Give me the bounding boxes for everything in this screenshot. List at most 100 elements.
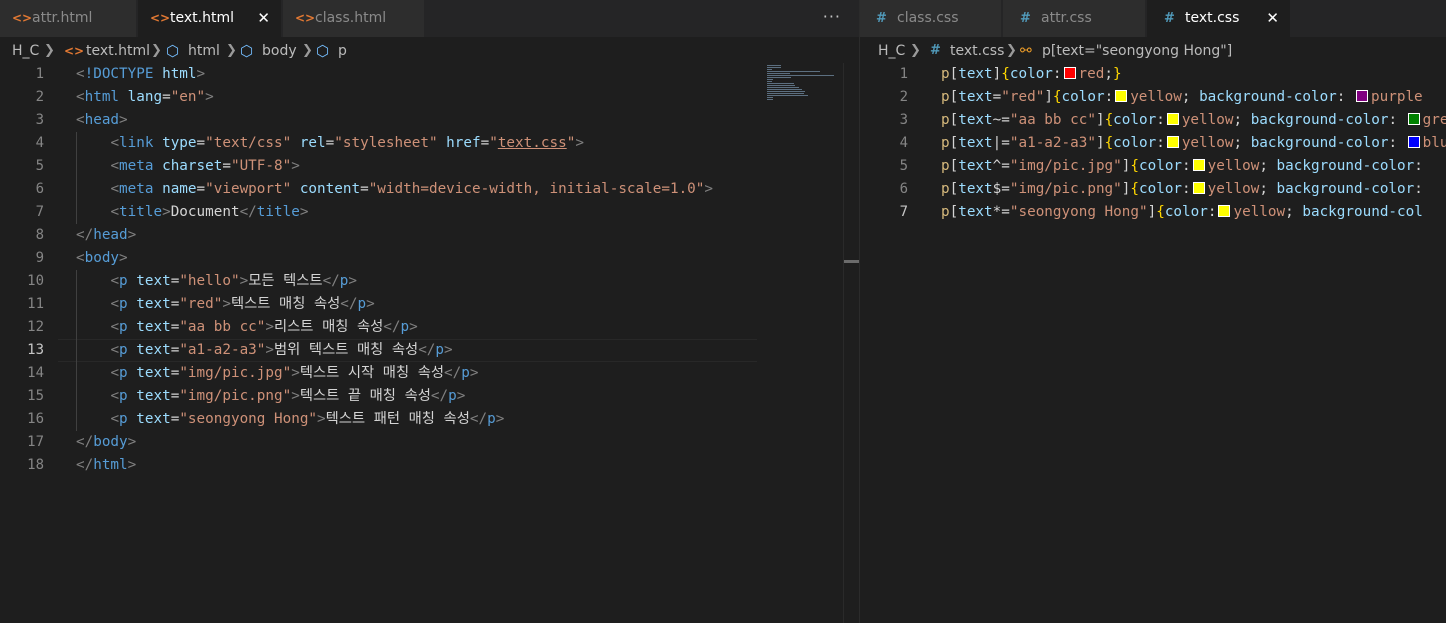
editor-pane-right[interactable]: # class.css # attr.css # text.css ✕ H_C … bbox=[860, 0, 1446, 623]
code-editor-html[interactable]: 1 2 3 4 5 6 7 8 9 10 11 12 13 14 15 16 17 18 <!DOCTYPE ht… bbox=[0, 63, 859, 623]
code-token: yellow bbox=[1233, 204, 1286, 220]
color-swatch[interactable] bbox=[1166, 113, 1179, 125]
tab-text-html[interactable]: <> text.html ✕ bbox=[138, 0, 282, 37]
code-token: text bbox=[136, 388, 171, 404]
color-swatch[interactable] bbox=[1192, 159, 1205, 171]
code-token: > bbox=[444, 342, 453, 358]
color-swatch[interactable] bbox=[1063, 67, 1076, 79]
code-token: content bbox=[299, 181, 361, 197]
code-token: </ bbox=[444, 365, 462, 381]
code-token: ] bbox=[1147, 204, 1157, 220]
code-editor-css[interactable]: 1234567 p[text]{color: red;} p[text="red"]… bbox=[860, 63, 1446, 623]
code-token: text bbox=[958, 158, 993, 174]
close-icon[interactable]: ✕ bbox=[257, 0, 270, 37]
code-line[interactable]: <link type="text/css" rel="stylesheet" h… bbox=[76, 132, 583, 155]
code-line[interactable]: p[text$="img/pic.png"]{color: yellow; bac… bbox=[941, 178, 1423, 201]
code-token: ; bbox=[1233, 135, 1251, 151]
code-line[interactable]: <p text="img/pic.png">텍스트 끝 매칭 속성</p> bbox=[76, 385, 465, 408]
more-actions-icon[interactable]: ··· bbox=[823, 0, 841, 33]
color-swatch[interactable] bbox=[1192, 182, 1205, 194]
code-line[interactable]: <p text="a1-a2-a3">범위 텍스트 매칭 속성</p> bbox=[76, 339, 453, 362]
code-token: { bbox=[1104, 112, 1114, 128]
code-token: "a1-a2-a3" bbox=[179, 342, 266, 358]
code-token: > bbox=[409, 319, 418, 335]
line-number: 9 bbox=[35, 250, 44, 266]
tab-attr-css[interactable]: # attr.css bbox=[1003, 0, 1146, 37]
code-token: |= bbox=[992, 135, 1010, 151]
code-token: = bbox=[325, 135, 335, 151]
color-swatch[interactable] bbox=[1115, 90, 1128, 102]
code-line[interactable]: p[text]{color: red;} bbox=[941, 63, 1122, 86]
tab-attr-html[interactable]: <> attr.html bbox=[0, 0, 137, 37]
color-swatch[interactable] bbox=[1407, 136, 1420, 148]
editor-pane-left[interactable]: <> attr.html <> text.html ✕ <> class.htm… bbox=[0, 0, 859, 623]
line-number: 18 bbox=[27, 457, 44, 473]
minimap-line bbox=[767, 75, 834, 76]
code-line[interactable]: <p text="seongyong Hong">텍스트 패턴 매칭 속성</p… bbox=[76, 408, 504, 431]
code-line[interactable]: <html lang="en"> bbox=[76, 86, 214, 109]
breadcrumb-file[interactable]: text.css bbox=[950, 37, 1004, 65]
code-line[interactable]: <body> bbox=[76, 247, 128, 270]
code-line[interactable]: </body> bbox=[76, 431, 136, 454]
code-line[interactable]: <meta charset="UTF-8"> bbox=[76, 155, 299, 178]
line-number: 2 bbox=[899, 89, 908, 105]
code-token: ; bbox=[1233, 112, 1251, 128]
code-token: < bbox=[76, 66, 85, 82]
code-line[interactable]: <!DOCTYPE html> bbox=[76, 63, 205, 86]
code-line[interactable]: p[text|="a1-a2-a3"]{color: yellow; backgr… bbox=[941, 132, 1446, 155]
line-number: 7 bbox=[899, 204, 908, 220]
code-line[interactable]: p[text~="aa bb cc"]{color: yellow; backgr… bbox=[941, 109, 1446, 132]
tab-class-html[interactable]: <> class.html bbox=[283, 0, 425, 37]
code-token: 텍스트 매칭 속성 bbox=[230, 296, 341, 312]
code-token: "hello" bbox=[179, 273, 240, 289]
code-line[interactable]: <p text="img/pic.jpg">텍스트 시작 매칭 속성</p> bbox=[76, 362, 478, 385]
close-icon[interactable]: ✕ bbox=[1266, 0, 1279, 37]
code-token: ] bbox=[1095, 135, 1105, 151]
code-token: color bbox=[1113, 135, 1157, 151]
color-swatch[interactable] bbox=[1166, 136, 1179, 148]
code-line[interactable]: </head> bbox=[76, 224, 136, 247]
tab-label: attr.css bbox=[1041, 10, 1092, 26]
breadcrumb-element-body[interactable]: body bbox=[262, 37, 297, 65]
code-token: } bbox=[1112, 66, 1122, 82]
code-line[interactable]: p[text^="img/pic.jpg"]{color: yellow; bac… bbox=[941, 155, 1423, 178]
code-line[interactable]: <p text="red">텍스트 매칭 속성</p> bbox=[76, 293, 374, 316]
vertical-scrollbar[interactable] bbox=[843, 63, 859, 623]
color-swatch[interactable] bbox=[1407, 113, 1420, 125]
breadcrumb-selector[interactable]: p[text="seongyong Hong"] bbox=[1042, 37, 1232, 65]
code-line[interactable]: p[text*="seongyong Hong"]{color: yellow; … bbox=[941, 201, 1423, 224]
code-token: meta bbox=[119, 158, 154, 174]
tab-label: class.css bbox=[897, 10, 959, 26]
breadcrumb-file[interactable]: text.html bbox=[86, 37, 150, 65]
breadcrumb-element-html[interactable]: html bbox=[188, 37, 220, 65]
code-token: text bbox=[136, 411, 171, 427]
scrollbar-thumb[interactable] bbox=[844, 260, 859, 263]
code-line[interactable]: <title>Document</title> bbox=[76, 201, 308, 224]
tab-text-css[interactable]: # text.css ✕ bbox=[1147, 0, 1291, 37]
code-line[interactable]: p[text="red"]{color: yellow; background-c… bbox=[941, 86, 1423, 109]
chevron-right-icon: ❯ bbox=[44, 43, 55, 58]
code-line[interactable]: <p text="hello">모든 텍스트</p> bbox=[76, 270, 357, 293]
symbol-element-icon: ⬡ bbox=[166, 42, 180, 60]
tab-class-css[interactable]: # class.css bbox=[860, 0, 1002, 37]
code-token: "seongyong Hong" bbox=[179, 411, 318, 427]
color-swatch[interactable] bbox=[1356, 90, 1369, 102]
code-line[interactable]: <p text="aa bb cc">리스트 매칭 속성</p> bbox=[76, 316, 418, 339]
code-line[interactable]: <meta name="viewport" content="width=dev… bbox=[76, 178, 713, 201]
code-token: "img/pic.png" bbox=[179, 388, 292, 404]
code-token: > bbox=[456, 388, 466, 404]
minimap[interactable] bbox=[757, 63, 843, 623]
color-swatch[interactable] bbox=[1218, 205, 1231, 217]
breadcrumb-element-p[interactable]: p bbox=[338, 37, 347, 65]
breadcrumb-folder[interactable]: H_C bbox=[12, 37, 39, 65]
code-line[interactable]: <head> bbox=[76, 109, 128, 132]
code-line[interactable]: </html> bbox=[76, 454, 136, 477]
breadcrumb-folder[interactable]: H_C bbox=[878, 37, 905, 65]
code-token: : bbox=[1207, 204, 1217, 220]
